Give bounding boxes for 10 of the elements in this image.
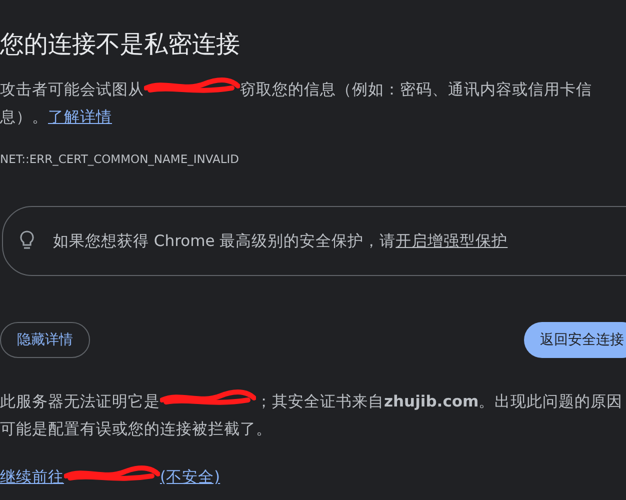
lightbulb-icon — [19, 230, 35, 252]
error-code: NET::ERR_CERT_COMMON_NAME_INVALID — [0, 152, 240, 166]
warning-text: 攻击者可能会试图从 窃取您的信息（例如：密码、通讯内容或信用卡信息）。了解详情 — [0, 76, 600, 130]
back-to-safety-button[interactable]: 返回安全连接 — [524, 322, 626, 358]
details-text: 此服务器无法证明它是 ；其安全证书来自zhujib.com。出现此问题的原因可能是配置有误或您的连接被拦截了。 — [0, 388, 626, 442]
tip-text: 如果您想获得 Chrome 最高级别的安全保护，请开启增强型保护 — [53, 230, 508, 252]
learn-more-link[interactable]: 了解详情 — [48, 108, 112, 126]
enhanced-protection-link[interactable]: 开启增强型保护 — [396, 232, 508, 250]
page-title: 您的连接不是私密连接 — [0, 29, 241, 60]
hide-details-button[interactable]: 隐藏详情 — [0, 322, 90, 358]
